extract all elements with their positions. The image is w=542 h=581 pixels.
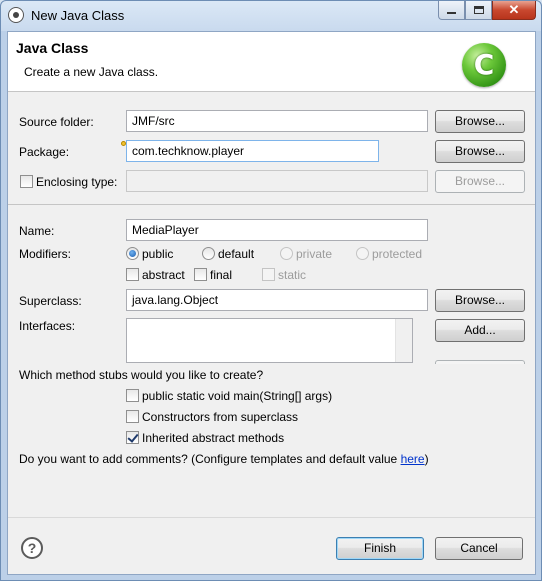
wizard-header: Java Class Create a new Java class. C xyxy=(8,32,535,92)
method-stubs-question: Which method stubs would you like to cre… xyxy=(19,368,264,382)
help-icon[interactable]: ? xyxy=(21,537,43,559)
title-bar[interactable]: New Java Class ✕ xyxy=(1,1,541,31)
interfaces-list-scrollbar[interactable] xyxy=(395,319,412,362)
comments-question-text: Do you want to add comments? (Configure … xyxy=(19,452,401,466)
cancel-button[interactable]: Cancel xyxy=(435,537,523,560)
package-field[interactable]: com.techknow.player xyxy=(126,140,379,162)
footer-separator xyxy=(8,517,535,518)
separator-1 xyxy=(8,204,535,205)
comments-question-end: ) xyxy=(424,452,429,466)
modifier-protected-radio[interactable] xyxy=(356,247,369,260)
superclass-browse-button[interactable]: Browse... xyxy=(435,289,525,312)
modifier-protected-label: protected xyxy=(372,247,423,261)
close-icon: ✕ xyxy=(508,2,520,17)
eclipse-app-icon xyxy=(8,7,24,23)
modifier-public-label: public xyxy=(142,247,174,261)
interfaces-add-button[interactable]: Add... xyxy=(435,319,525,342)
comments-question: Do you want to add comments? (Configure … xyxy=(19,452,429,466)
modifier-abstract-checkbox[interactable] xyxy=(126,268,139,281)
finish-button[interactable]: Finish xyxy=(336,537,424,560)
window-controls: ✕ xyxy=(438,1,536,20)
package-label: Package: xyxy=(19,145,70,159)
interfaces-remove-button[interactable] xyxy=(435,360,525,364)
window-title: New Java Class xyxy=(31,8,125,23)
stub-inherited-abstract-checkbox[interactable] xyxy=(126,431,139,444)
close-button[interactable]: ✕ xyxy=(492,1,536,20)
enclosing-type-checkbox[interactable] xyxy=(20,175,33,188)
modifier-default-label: default xyxy=(218,247,255,261)
maximize-button[interactable] xyxy=(465,1,492,20)
class-logo-letter: C xyxy=(473,48,495,81)
wizard-description: Create a new Java class. xyxy=(24,65,159,79)
dialog-body: Java Class Create a new Java class. C So… xyxy=(7,31,536,575)
package-browse-button[interactable]: Browse... xyxy=(435,140,525,163)
stub-main-label: public static void main(String[] args) xyxy=(142,389,333,403)
modifier-final-checkbox[interactable] xyxy=(194,268,207,281)
interfaces-list[interactable] xyxy=(126,318,413,363)
stub-constructors-checkbox[interactable] xyxy=(126,410,139,423)
minimize-icon xyxy=(447,12,456,14)
java-class-wizard-icon: C xyxy=(462,43,506,87)
stub-constructors-label: Constructors from superclass xyxy=(142,410,299,424)
enclosing-type-field[interactable] xyxy=(126,170,428,192)
class-name-field[interactable]: MediaPlayer xyxy=(126,219,428,241)
stub-main-checkbox[interactable] xyxy=(126,389,139,402)
modifier-static-label: static xyxy=(278,268,307,282)
modifier-abstract-label: abstract xyxy=(142,268,185,282)
new-java-class-window: New Java Class ✕ Java Class Create a new… xyxy=(0,0,542,581)
name-label: Name: xyxy=(19,224,55,238)
modifier-public-radio[interactable] xyxy=(126,247,139,260)
interfaces-label: Interfaces: xyxy=(19,319,76,333)
wizard-title: Java Class xyxy=(16,40,89,56)
enclosing-type-label: Enclosing type: xyxy=(36,175,118,189)
configure-templates-link[interactable]: here xyxy=(401,452,425,466)
modifier-final-label: final xyxy=(210,268,233,282)
maximize-icon xyxy=(473,6,484,14)
modifier-default-radio[interactable] xyxy=(202,247,215,260)
source-folder-field[interactable]: JMF/src xyxy=(126,110,428,132)
modifier-private-radio[interactable] xyxy=(280,247,293,260)
modifier-private-label: private xyxy=(296,247,333,261)
superclass-label: Superclass: xyxy=(19,294,82,308)
source-folder-label: Source folder: xyxy=(19,115,94,129)
minimize-button[interactable] xyxy=(438,1,465,20)
modifiers-label: Modifiers: xyxy=(19,247,72,261)
enclosing-type-browse-button[interactable]: Browse... xyxy=(435,170,525,193)
superclass-field[interactable]: java.lang.Object xyxy=(126,289,428,311)
source-folder-browse-button[interactable]: Browse... xyxy=(435,110,525,133)
modifier-static-checkbox[interactable] xyxy=(262,268,275,281)
stub-inherited-abstract-label: Inherited abstract methods xyxy=(142,431,285,445)
